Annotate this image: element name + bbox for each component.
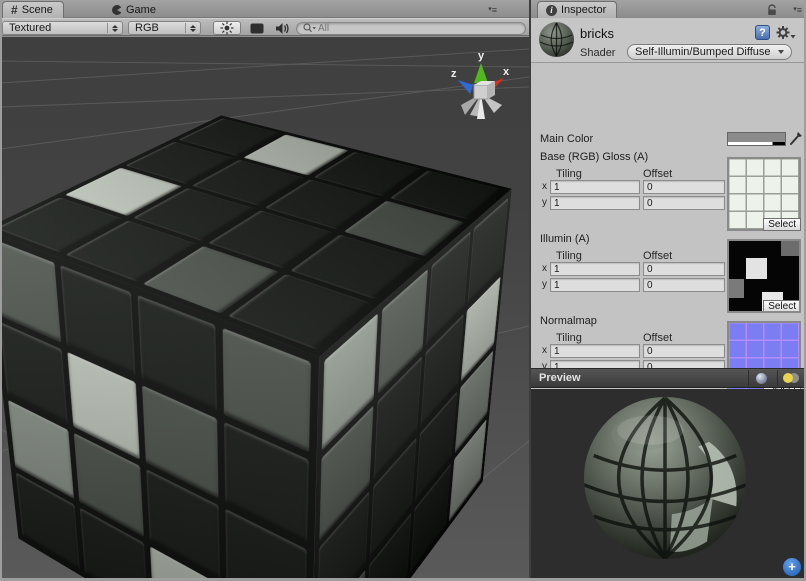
illumin-map-section: Illumin (A) Tiling Offset x y bbox=[531, 233, 806, 315]
inspector-panel: i Inspector ▾≡ bbox=[531, 0, 806, 581]
axis-x-label: x bbox=[542, 345, 547, 356]
tab-scene-label: Scene bbox=[22, 4, 53, 16]
material-name: bricks bbox=[580, 26, 614, 41]
chevron-down-icon bbox=[778, 50, 784, 54]
preview-model-button[interactable] bbox=[748, 370, 774, 386]
tiling-header: Tiling bbox=[556, 250, 582, 262]
scene-search-field[interactable] bbox=[296, 22, 526, 35]
dropdown-arrows-icon bbox=[185, 23, 196, 33]
offset-header: Offset bbox=[643, 332, 672, 344]
scene-audio-toggle[interactable] bbox=[270, 21, 294, 35]
tab-game-label: Game bbox=[126, 4, 156, 16]
scene-lighting-toggle[interactable] bbox=[213, 21, 241, 35]
scene-tabstrip: # Scene Game ▾≡ bbox=[0, 0, 529, 18]
panel-splitter[interactable] bbox=[529, 0, 531, 581]
tab-scene[interactable]: # Scene bbox=[2, 1, 64, 18]
gizmo-y-label: y bbox=[478, 50, 485, 62]
preview-panel: Preview bbox=[531, 368, 806, 581]
tab-inspector-label: Inspector bbox=[561, 4, 606, 16]
scene-skybox-toggle[interactable] bbox=[245, 21, 269, 35]
material-header: bricks Shader Self-Illumin/Bumped Diffus… bbox=[531, 18, 806, 63]
lighting-dots-icon bbox=[783, 373, 799, 383]
scene-pane-menu-icon[interactable]: ▾≡ bbox=[477, 4, 497, 16]
map-label: Illumin (A) bbox=[540, 233, 590, 245]
scene-toolbar: Textured RGB bbox=[0, 18, 529, 36]
gizmo-y-cone bbox=[474, 63, 488, 83]
gizmo-center-cube bbox=[474, 85, 488, 99]
axis-y-label: y bbox=[542, 197, 547, 208]
map-label: Normalmap bbox=[540, 315, 597, 327]
offset-y-input[interactable] bbox=[643, 278, 725, 292]
base-map-section: Base (RGB) Gloss (A) Tiling Offset x y S… bbox=[531, 151, 806, 233]
offset-header: Offset bbox=[643, 168, 672, 180]
render-mode-value: Textured bbox=[9, 22, 101, 34]
preview-lighting-button[interactable] bbox=[777, 370, 803, 386]
gizmo-z-label: z bbox=[451, 68, 457, 80]
select-texture-button[interactable]: Select bbox=[763, 300, 801, 313]
preview-title: Preview bbox=[539, 372, 748, 384]
alpha-bar bbox=[728, 142, 785, 145]
main-color-swatch[interactable] bbox=[727, 132, 786, 146]
info-icon: i bbox=[546, 5, 557, 16]
render-mode-dropdown[interactable]: Textured bbox=[2, 21, 123, 35]
axis-x-label: x bbox=[542, 263, 547, 274]
offset-x-input[interactable] bbox=[643, 262, 725, 276]
offset-y-input[interactable] bbox=[643, 196, 725, 210]
preview-area[interactable]: + bbox=[531, 389, 806, 581]
offset-header: Offset bbox=[643, 250, 672, 262]
preview-add-button[interactable]: + bbox=[783, 558, 801, 576]
tiling-x-input[interactable] bbox=[550, 262, 640, 276]
select-texture-button[interactable]: Select bbox=[763, 218, 801, 231]
color-mode-dropdown[interactable]: RGB bbox=[128, 21, 201, 35]
main-color-label: Main Color bbox=[540, 133, 593, 145]
game-icon bbox=[112, 5, 122, 15]
scene-axis-gizmo[interactable]: y x z bbox=[448, 47, 514, 130]
preview-sphere bbox=[582, 395, 748, 561]
gizmo-x-label: x bbox=[503, 66, 510, 78]
offset-x-input[interactable] bbox=[643, 180, 725, 194]
axis-x-label: x bbox=[542, 181, 547, 192]
illumin-square bbox=[729, 279, 744, 298]
sphere-icon bbox=[756, 373, 767, 384]
unity-editor-window: # Scene Game ▾≡ Textured RGB bbox=[0, 0, 806, 581]
material-preview-thumbnail bbox=[539, 22, 574, 57]
inspector-tabstrip: i Inspector ▾≡ bbox=[531, 0, 806, 18]
search-icon bbox=[303, 23, 316, 33]
tiling-x-input[interactable] bbox=[550, 344, 640, 358]
scene-grid-icon: # bbox=[11, 5, 18, 15]
color-mode-value: RGB bbox=[135, 22, 179, 34]
axis-y-label: y bbox=[542, 279, 547, 290]
shader-dropdown[interactable]: Self-Illumin/Bumped Diffuse bbox=[627, 44, 792, 60]
offset-x-input[interactable] bbox=[643, 344, 725, 358]
shader-value: Self-Illumin/Bumped Diffuse bbox=[635, 46, 778, 58]
tiling-y-input[interactable] bbox=[550, 278, 640, 292]
base-texture-thumbnail[interactable]: Select bbox=[727, 157, 801, 231]
image-icon bbox=[250, 23, 264, 34]
inspector-body: Main Color Base (RGB) Gloss (A) Tiling O… bbox=[531, 63, 806, 368]
shader-label: Shader bbox=[580, 47, 615, 59]
lock-icon[interactable] bbox=[766, 4, 778, 16]
speaker-icon bbox=[275, 22, 290, 35]
dropdown-arrows-icon bbox=[107, 23, 118, 33]
sun-icon bbox=[220, 21, 234, 35]
tiling-y-input[interactable] bbox=[550, 196, 640, 210]
tiling-header: Tiling bbox=[556, 332, 582, 344]
inspector-pane-menu-icon[interactable]: ▾≡ bbox=[782, 4, 802, 16]
gizmo-z-cone bbox=[458, 80, 473, 94]
tab-game[interactable]: Game bbox=[104, 1, 166, 18]
illumin-square bbox=[781, 241, 801, 256]
map-label: Base (RGB) Gloss (A) bbox=[540, 151, 648, 163]
gear-icon[interactable] bbox=[776, 25, 796, 40]
search-input[interactable] bbox=[318, 23, 519, 34]
eyedropper-icon[interactable] bbox=[789, 130, 804, 146]
illumin-texture-thumbnail[interactable]: Select bbox=[727, 239, 801, 313]
tab-inspector[interactable]: i Inspector bbox=[537, 1, 617, 18]
scene-viewport[interactable]: y x z bbox=[0, 37, 529, 581]
tiling-header: Tiling bbox=[556, 168, 582, 180]
help-icon[interactable]: ? bbox=[755, 25, 770, 40]
scene-panel: # Scene Game ▾≡ Textured RGB bbox=[0, 0, 529, 581]
tiling-x-input[interactable] bbox=[550, 180, 640, 194]
preview-header[interactable]: Preview bbox=[531, 368, 806, 388]
illumin-square bbox=[746, 258, 767, 279]
